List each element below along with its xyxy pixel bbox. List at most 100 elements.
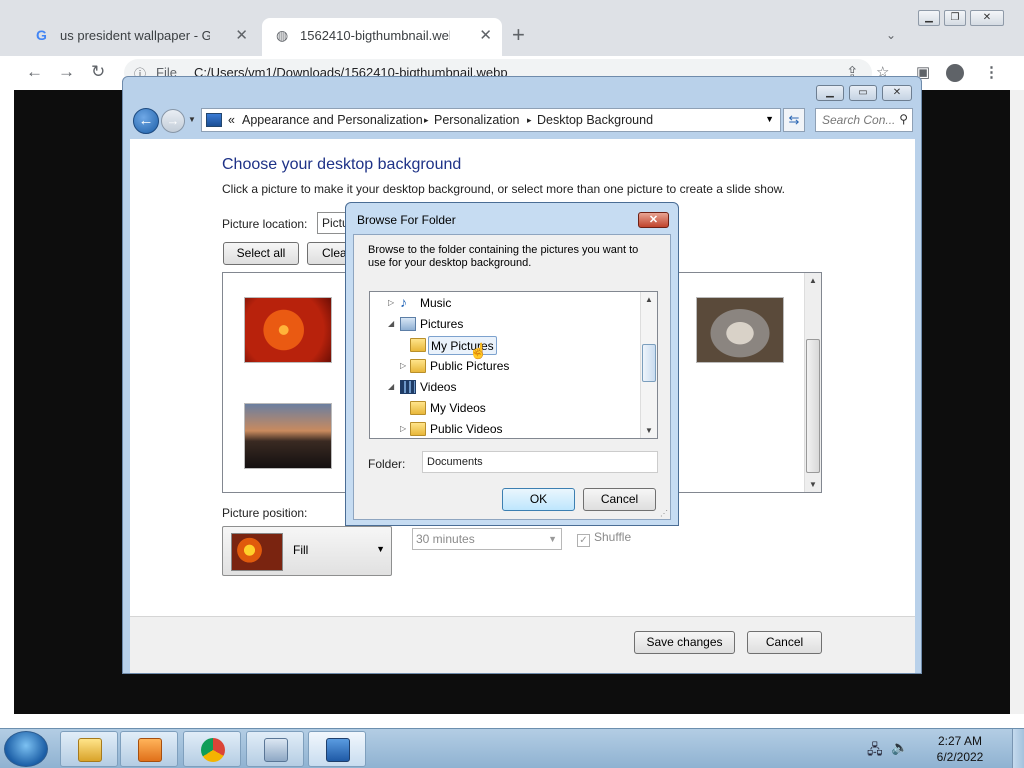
tree-item-pictures[interactable]: ◢ Pictures [388,315,628,335]
dialog-description: Browse to the folder containing the pict… [368,244,639,269]
back-button[interactable]: ← [133,108,159,134]
breadcrumb-overflow[interactable]: « [228,113,235,127]
breadcrumb-personalization[interactable]: Personalization [434,113,519,127]
show-desktop-button[interactable] [1012,729,1024,768]
tree-item-label: Videos [420,380,457,394]
breadcrumb-separator-icon[interactable]: ▸ [527,115,532,126]
picture-position-combo[interactable]: Fill ▼ [222,526,392,576]
forward-button[interactable]: → [161,109,185,133]
new-tab-button[interactable]: + [512,24,525,46]
videos-library-icon [400,380,416,394]
cancel-button[interactable]: Cancel [747,631,822,654]
wallpaper-thumbnail[interactable] [696,297,784,363]
search-input[interactable]: Search Con... ⚲ [815,108,913,132]
profile-avatar[interactable] [946,64,964,82]
start-button[interactable] [4,731,48,767]
minimize-button[interactable]: ▁ [918,10,940,26]
tree-item-public-pictures[interactable]: ▷ Public Pictures [400,357,640,377]
save-changes-button[interactable]: Save changes [634,631,735,654]
cancel-button[interactable]: Cancel [583,488,656,511]
close-window-button[interactable]: ✕ [970,10,1004,26]
expand-arrow-icon[interactable]: ▷ [388,294,394,312]
tree-item-videos[interactable]: ◢ Videos [388,378,628,398]
interval-value: 30 minutes [416,532,475,546]
folder-input[interactable]: Documents [422,451,658,473]
tree-item-my-pictures[interactable]: My Pictures [400,336,640,356]
scroll-up-icon[interactable]: ▲ [645,295,653,304]
scroll-up-icon[interactable]: ▲ [809,276,817,285]
recent-pages-dropdown[interactable]: ▼ [188,115,196,124]
system-clock[interactable]: 2:27 AM 6/2/2022 [930,733,990,765]
maximize-button[interactable]: ▭ [849,85,877,101]
resize-grip-icon[interactable]: ⋰ [660,509,668,518]
minimize-button[interactable]: ▁ [816,85,844,101]
ok-button[interactable]: OK [502,488,575,511]
back-arrow-icon[interactable]: ← [26,62,43,82]
wallpaper-thumbnail[interactable] [244,403,332,469]
music-note-icon: ♪ [400,294,407,310]
chevron-down-icon[interactable]: ⌄ [886,28,896,42]
breadcrumb-appearance[interactable]: Appearance and Personalization [242,113,423,127]
taskbar-chrome[interactable] [183,731,241,767]
picture-position-label: Picture position: [222,506,308,520]
search-icon[interactable]: ⚲ [899,112,908,126]
breadcrumb[interactable]: « Appearance and Personalization ▸ Perso… [201,108,781,132]
close-button[interactable]: ✕ [638,212,669,228]
folder-label: Folder: [368,457,406,471]
tab-strip: G us president wallpaper - Google Search… [0,0,1024,56]
browse-for-folder-dialog: Browse For Folder ✕ Browse to the folder… [345,202,679,526]
close-tab-icon[interactable]: ✕ [235,26,248,44]
taskbar-explorer[interactable] [60,731,118,767]
shuffle-checkbox[interactable]: ✓ Shuffle [577,530,631,547]
scroll-thumb[interactable] [806,339,820,473]
tree-item-music[interactable]: ▷ ♪ Music [388,294,628,314]
expand-arrow-icon[interactable]: ▷ [400,420,406,438]
breadcrumb-desktop-background[interactable]: Desktop Background [537,113,653,127]
tree-item-my-videos[interactable]: My Videos [400,399,640,419]
collapse-arrow-icon[interactable]: ◢ [388,378,394,396]
scroll-down-icon[interactable]: ▼ [645,426,653,435]
hand-cursor-icon: ☝ [469,343,488,360]
taskbar-remote-app[interactable] [246,731,304,767]
checkmark-icon: ✓ [577,534,590,547]
picture-position-value: Fill [293,543,309,557]
tab-google-search[interactable]: G us president wallpaper - Google Search… [22,18,258,56]
tab-image[interactable]: ◍ 1562410-bigthumbnail.webp (450 ✕ [262,18,502,56]
expand-arrow-icon[interactable]: ▷ [400,357,406,375]
forward-arrow-icon[interactable]: → [58,62,75,82]
chevron-down-icon: ▼ [376,544,385,554]
volume-icon[interactable]: 🔈 [891,739,908,756]
chevron-down-icon[interactable]: ▼ [765,114,774,124]
scroll-down-icon[interactable]: ▼ [809,480,817,489]
reload-icon[interactable]: ↻ [91,62,105,82]
address-bar: ← → ▼ « Appearance and Personalization ▸… [131,107,914,135]
tree-item-label: Pictures [420,317,464,331]
scroll-thumb[interactable] [642,344,656,382]
dialog-body: Browse to the folder containing the pict… [353,234,671,520]
select-all-button[interactable]: Select all [223,242,299,265]
page-scrollbar[interactable] [1010,90,1024,714]
breadcrumb-separator-icon[interactable]: ▸ [424,115,429,126]
network-icon[interactable]: 🖧 [867,739,883,763]
tree-scrollbar[interactable]: ▲ ▼ [640,292,657,438]
control-panel-icon [326,738,350,762]
close-button[interactable]: ✕ [882,85,912,101]
maximize-button[interactable]: ❐ [944,10,966,26]
wallpaper-thumbnail[interactable] [244,297,332,363]
interval-combo[interactable]: 30 minutes ▼ [412,528,562,550]
folder-icon [78,738,102,762]
taskbar-media-player[interactable] [120,731,178,767]
picture-list-scrollbar[interactable]: ▲ ▼ [804,273,821,492]
app-window-icon [264,738,288,762]
close-tab-icon[interactable]: ✕ [479,26,492,44]
clock-time: 2:27 AM [937,734,983,748]
position-preview-image [231,533,283,571]
picture-location-label: Picture location: [222,217,308,231]
folder-tree[interactable]: ▷ ♪ Music ◢ Pictures My Pictures ▷ Publi… [369,291,658,439]
refresh-icon[interactable]: ⇆ [783,108,805,132]
control-panel-icon [206,113,222,127]
tree-item-public-videos[interactable]: ▷ Public Videos [400,420,640,438]
menu-kebab-icon[interactable]: ⋮ [984,63,999,81]
taskbar-control-panel[interactable] [308,731,366,767]
collapse-arrow-icon[interactable]: ◢ [388,315,394,333]
